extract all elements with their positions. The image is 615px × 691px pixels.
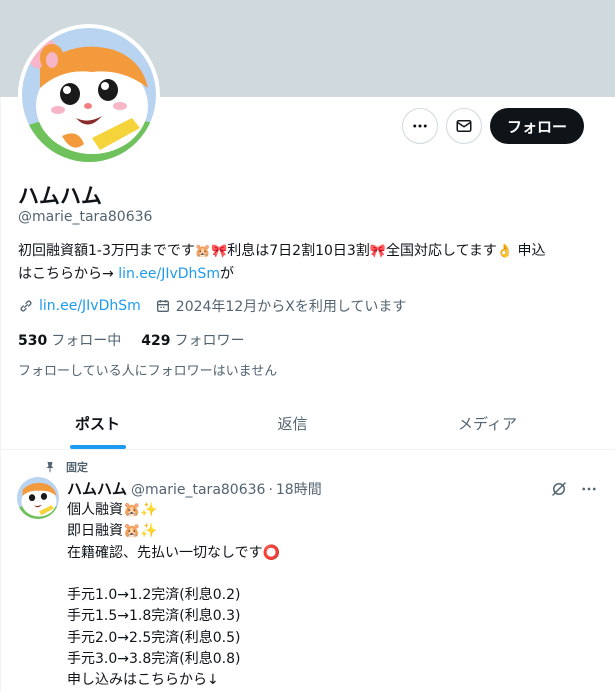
profile-handle: @marie_tara80636 <box>18 209 153 225</box>
tweet-author-handle[interactable]: @marie_tara80636 <box>131 482 265 498</box>
tweet-line: 手元1.5→1.8完済(利息0.3) <box>67 608 241 625</box>
hamster-avatar-image <box>17 477 59 519</box>
followers-count-link[interactable]: 429 フォロワー <box>141 330 244 350</box>
joined-item: 2024年12月からXを利用しています <box>155 296 407 316</box>
website-item[interactable]: lin.ee/JIvDhSm <box>18 298 141 314</box>
tab-label: メディア <box>458 415 517 433</box>
grok-icon <box>552 482 566 496</box>
bio-text: 全国対応してます <box>385 243 497 259</box>
more-options-button[interactable] <box>402 108 438 144</box>
tweet-line: 申し込みはこちらから↓ <box>67 672 219 689</box>
mutual-followers-note: フォローしている人にフォロワーはいません <box>18 364 278 379</box>
calendar-icon <box>156 300 169 312</box>
bio-text: 利息は7日2割10日3割 <box>227 243 370 259</box>
profile-avatar[interactable] <box>18 24 160 166</box>
tweet-line: 在籍確認、先払い一切なしです⭕ <box>67 544 281 561</box>
mail-icon <box>456 120 472 132</box>
bio-text: が <box>219 266 234 282</box>
grok-button[interactable] <box>550 480 568 498</box>
message-button[interactable] <box>446 108 482 144</box>
profile-tabs: ポスト 返信 メディア <box>0 398 615 450</box>
pinned-label: 固定 <box>66 461 88 474</box>
tweet-line: 即日融資🐹✨ <box>67 523 158 540</box>
tweet-author-avatar[interactable] <box>17 477 59 519</box>
tweet-line: 個人融資🐹✨ <box>67 502 158 518</box>
tweet-separator: · <box>268 482 273 498</box>
website-link[interactable]: lin.ee/JIvDhSm <box>39 298 141 314</box>
follow-counts: 530 フォロー中 429 フォロワー <box>18 330 264 350</box>
follow-button[interactable]: フォロー <box>490 108 584 144</box>
tweet-header: ハムハム @marie_tara80636 · 18時間 <box>67 478 322 499</box>
following-count-link[interactable]: 530 フォロー中 <box>18 330 121 350</box>
bio-text: 申込 <box>513 243 546 259</box>
hamster-avatar-image <box>22 28 156 162</box>
link-icon <box>20 300 32 312</box>
ribbon-emoji-icon: 🎀 <box>211 244 228 259</box>
tweet-more-button[interactable] <box>580 480 598 498</box>
bio-link[interactable]: lin.ee/JIvDhSm <box>118 266 220 282</box>
bio-text: はこちらから→ <box>18 266 119 282</box>
more-horizontal-icon <box>413 124 427 128</box>
column-border <box>0 97 1 691</box>
tweet-line: 手元2.0→2.5完済(利息0.5) <box>67 629 241 646</box>
ok-hand-emoji-icon: 👌 <box>496 244 514 259</box>
tab-replies[interactable]: 返信 <box>195 398 390 449</box>
joined-date: 2024年12月からXを利用しています <box>175 299 407 315</box>
active-tab-indicator <box>69 445 126 449</box>
profile-meta: lin.ee/JIvDhSm 2024年12月からXを利用しています <box>18 296 420 316</box>
following-count: 530 <box>18 333 48 349</box>
followers-label: フォロワー <box>174 333 245 349</box>
bio-text: 初回融資額1-3万円までです <box>18 243 195 259</box>
tweet-timestamp[interactable]: 18時間 <box>276 479 322 499</box>
profile-bio: 初回融資額1-3万円までです🐹🎀利息は7日2割10日3割🎀全国対応してます👌 申… <box>18 240 598 285</box>
ribbon-emoji-icon: 🎀 <box>369 244 386 259</box>
profile-display-name: ハムハム <box>18 184 102 208</box>
pin-icon <box>46 462 54 473</box>
tweet-line <box>67 564 587 585</box>
tab-label: ポスト <box>74 415 120 433</box>
tab-media[interactable]: メディア <box>390 398 585 449</box>
pinned-indicator: 固定 <box>44 459 88 475</box>
more-horizontal-icon <box>582 487 596 491</box>
tweet-text: 個人融資🐹✨ 即日融資🐹✨ 在籍確認、先払い一切なしです⭕ 手元1.0→1.2完… <box>67 500 587 691</box>
hamster-emoji-icon: 🐹 <box>194 244 212 259</box>
tweet-line: 手元3.0→3.8完済(利息0.8) <box>67 651 241 668</box>
tweet-actions <box>538 480 598 498</box>
tab-label: 返信 <box>277 415 308 433</box>
followers-count: 429 <box>141 333 171 349</box>
tweet-line: 手元1.0→1.2完済(利息0.2) <box>67 587 241 604</box>
tweet-author-name[interactable]: ハムハム <box>67 478 127 499</box>
following-label: フォロー中 <box>51 333 122 349</box>
tab-posts[interactable]: ポスト <box>0 398 195 449</box>
